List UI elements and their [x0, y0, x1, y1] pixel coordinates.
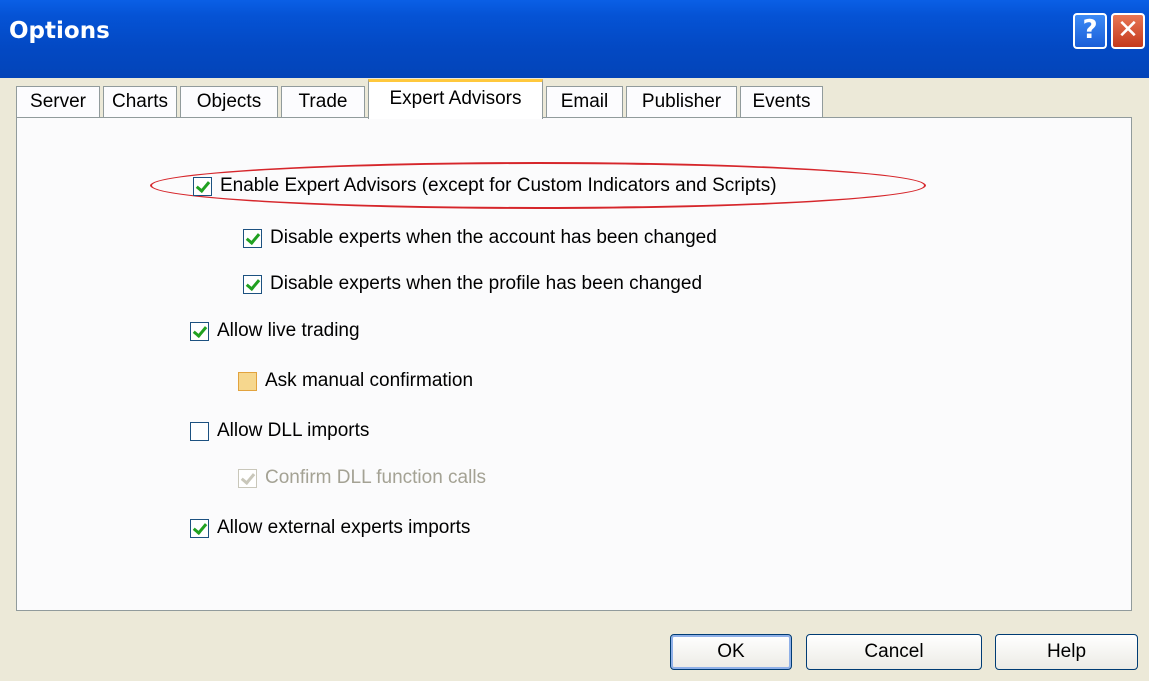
option-ask-manual-confirmation[interactable]: Ask manual confirmation	[238, 370, 473, 392]
tab-server[interactable]: Server	[16, 86, 100, 117]
checkbox[interactable]	[243, 274, 262, 294]
option-label: Allow DLL imports	[217, 420, 370, 441]
ok-button[interactable]: OK	[670, 634, 792, 670]
option-label: Enable Expert Advisors (except for Custo…	[220, 175, 777, 196]
option-label: Disable experts when the account has bee…	[270, 227, 717, 248]
option-label: Allow live trading	[217, 320, 360, 341]
option-label: Allow external experts imports	[217, 517, 471, 538]
tab-email[interactable]: Email	[546, 86, 623, 117]
tab-events[interactable]: Events	[740, 86, 823, 117]
option-label: Confirm DLL function calls	[265, 467, 487, 488]
checkbox[interactable]	[193, 176, 212, 196]
option-label: Ask manual confirmation	[265, 370, 474, 391]
tab-expert-advisors[interactable]: Expert Advisors	[368, 79, 543, 119]
help-icon[interactable]: ?	[1073, 13, 1107, 49]
checkbox[interactable]	[190, 518, 209, 538]
window-title: Options	[9, 18, 110, 44]
option-allow-dll-imports[interactable]: Allow DLL imports	[190, 420, 369, 442]
option-disable-on-profile-change[interactable]: Disable experts when the profile has bee…	[243, 273, 702, 295]
checkbox[interactable]	[190, 321, 209, 341]
checkbox	[238, 468, 257, 488]
tab-charts[interactable]: Charts	[103, 86, 177, 117]
help-button[interactable]: Help	[995, 634, 1138, 670]
option-label: Disable experts when the profile has bee…	[270, 273, 703, 294]
tab-publisher[interactable]: Publisher	[626, 86, 737, 117]
cancel-button[interactable]: Cancel	[806, 634, 982, 670]
option-confirm-dll-calls: Confirm DLL function calls	[238, 467, 486, 489]
option-disable-on-account-change[interactable]: Disable experts when the account has bee…	[243, 227, 717, 249]
title-bar: Options ? ✕	[0, 0, 1149, 78]
option-allow-live-trading[interactable]: Allow live trading	[190, 320, 360, 342]
checkbox[interactable]	[238, 371, 257, 391]
option-enable-expert-advisors[interactable]: Enable Expert Advisors (except for Custo…	[193, 175, 777, 197]
tab-trade[interactable]: Trade	[281, 86, 365, 117]
close-icon[interactable]: ✕	[1111, 13, 1145, 49]
checkbox[interactable]	[190, 421, 209, 441]
tab-objects[interactable]: Objects	[180, 86, 278, 117]
checkbox[interactable]	[243, 228, 262, 248]
option-allow-external-experts[interactable]: Allow external experts imports	[190, 517, 470, 539]
